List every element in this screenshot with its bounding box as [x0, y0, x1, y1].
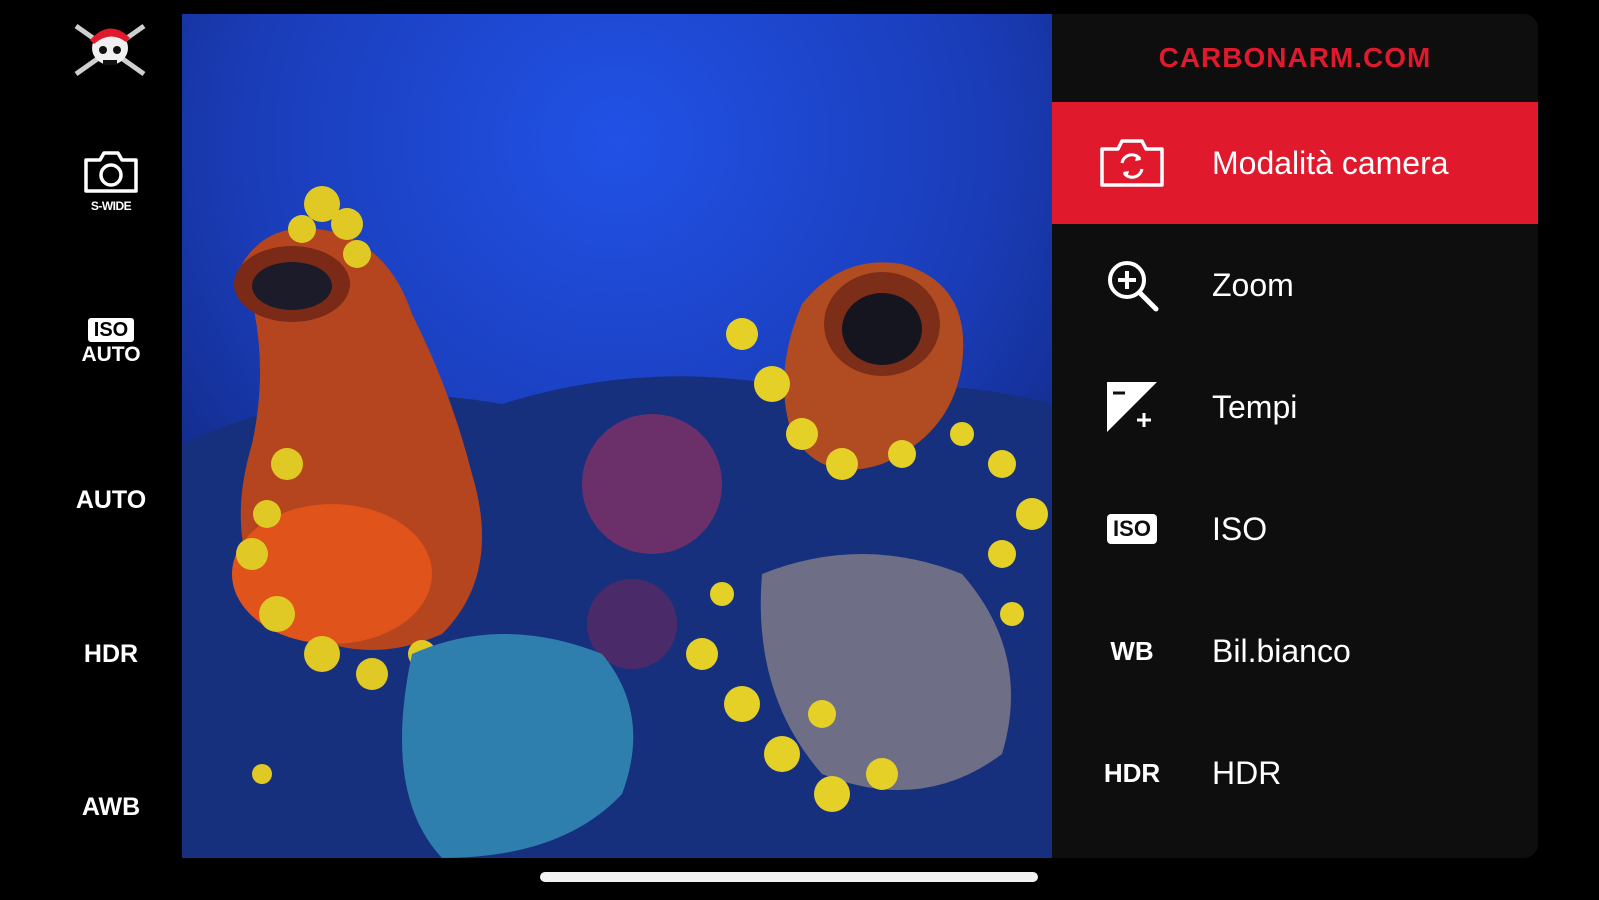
brand-label: CARBONARM.COM — [1158, 42, 1432, 73]
menu-item-iso[interactable]: ISO ISO — [1052, 468, 1538, 590]
menu-item-exposure[interactable]: Tempi — [1052, 346, 1538, 468]
menu-item-label: Bil.bianco — [1212, 632, 1351, 669]
pirate-logo-icon[interactable] — [70, 18, 152, 80]
left-control-bar: S-WIDE ISO AUTO AUTO HDR AWB — [0, 0, 182, 900]
exposure-icon — [1052, 380, 1212, 434]
menu-item-label: ISO — [1212, 510, 1268, 547]
zoom-in-icon — [1052, 257, 1212, 313]
camera-switch-icon — [1052, 137, 1212, 189]
hdr-icon: HDR — [1103, 757, 1161, 788]
camera-viewfinder[interactable] — [182, 14, 1052, 858]
menu-item-label: HDR — [1212, 754, 1282, 791]
menu-item-white-balance[interactable]: WB Bil.bianco — [1052, 590, 1538, 712]
settings-menu-panel: CARBONARM.COM Modalità camera Zoom Tempi… — [1052, 14, 1538, 858]
menu-item-label: Zoom — [1212, 266, 1294, 303]
underwater-scene-image — [182, 14, 1052, 858]
iso-icon: ISO — [1052, 514, 1212, 544]
iso-label: ISO — [87, 318, 135, 342]
camera-app: S-WIDE ISO AUTO AUTO HDR AWB CARBONARM.C… — [0, 0, 1599, 900]
menu-item-camera-mode[interactable]: Modalità camera — [1052, 102, 1538, 224]
iso-value: AUTO — [81, 343, 141, 366]
wb-icon: WB — [1110, 635, 1154, 666]
menu-item-label: Tempi — [1212, 388, 1298, 425]
home-indicator[interactable] — [540, 872, 1038, 882]
camera-icon — [84, 151, 138, 193]
menu-item-label: Modalità camera — [1212, 144, 1449, 181]
menu-item-hdr[interactable]: HDR HDR — [1052, 712, 1538, 834]
iso-icon-text: ISO — [1107, 514, 1157, 544]
menu-item-zoom[interactable]: Zoom — [1052, 224, 1538, 346]
